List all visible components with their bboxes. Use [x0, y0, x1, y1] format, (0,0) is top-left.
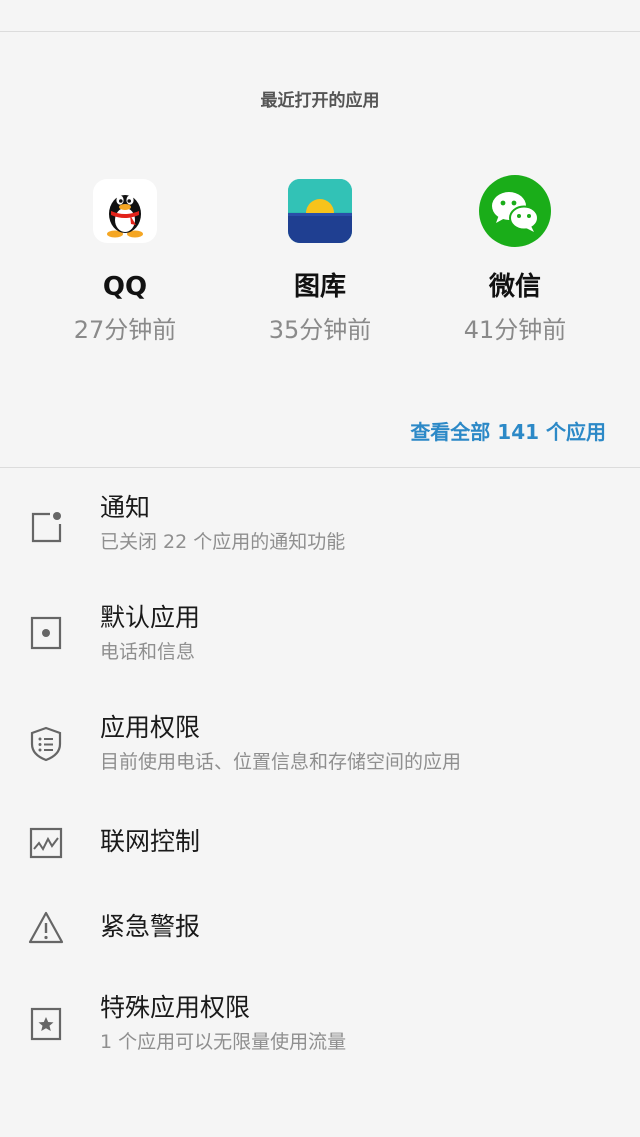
app-last-opened: 41分钟前: [463, 316, 567, 344]
network-graph-icon: [28, 825, 64, 861]
shield-icon: [28, 726, 64, 762]
settings-item-title: 应用权限: [100, 713, 201, 742]
settings-item-network-control[interactable]: 联网控制: [0, 820, 640, 870]
settings-item-title: 默认应用: [100, 603, 201, 632]
app-name: QQ: [102, 272, 148, 302]
app-name: 微信: [488, 272, 541, 302]
settings-item-special-app-access[interactable]: 特殊应用权限 1 个应用可以无限量使用流量: [0, 990, 640, 1070]
recent-app-wechat[interactable]: 微信 41分钟前: [415, 175, 615, 345]
section-divider: [0, 467, 640, 468]
settings-item-subtitle: 目前使用电话、位置信息和存储空间的应用: [100, 751, 462, 773]
recent-apps-row: QQ 27分钟前 图库 35分钟前 微信 41分钟前: [0, 175, 640, 358]
settings-item-subtitle: 电话和信息: [100, 641, 196, 663]
notification-icon: [28, 508, 64, 544]
app-last-opened: 35分钟前: [268, 316, 372, 344]
recent-app-qq[interactable]: QQ 27分钟前: [25, 178, 225, 345]
settings-item-notifications[interactable]: 通知 已关闭 22 个应用的通知功能: [0, 490, 640, 570]
settings-item-title: 特殊应用权限: [100, 993, 251, 1022]
settings-item-title: 通知: [100, 493, 151, 522]
top-divider: [0, 31, 640, 32]
settings-item-emergency-alerts[interactable]: 紧急警报: [0, 905, 640, 955]
settings-item-app-permissions[interactable]: 应用权限 目前使用电话、位置信息和存储空间的应用: [0, 710, 640, 790]
qq-penguin-icon: [92, 178, 158, 244]
star-box-icon: [28, 1006, 64, 1042]
settings-item-subtitle: 已关闭 22 个应用的通知功能: [100, 531, 346, 553]
app-name: 图库: [293, 272, 346, 302]
recent-app-gallery[interactable]: 图库 35分钟前: [220, 178, 420, 345]
settings-item-default-apps[interactable]: 默认应用 电话和信息: [0, 600, 640, 680]
gallery-icon: [287, 178, 353, 244]
settings-item-subtitle: 1 个应用可以无限量使用流量: [100, 1031, 347, 1053]
app-last-opened: 27分钟前: [73, 316, 177, 344]
settings-item-title: 紧急警报: [100, 912, 201, 941]
warning-icon: [28, 910, 64, 946]
recent-apps-title: 最近打开的应用: [260, 91, 380, 111]
wechat-icon: [479, 175, 551, 247]
see-all-apps-link[interactable]: 查看全部 141 个应用: [410, 416, 606, 445]
settings-item-title: 联网控制: [100, 827, 201, 856]
default-app-icon: [28, 615, 64, 651]
